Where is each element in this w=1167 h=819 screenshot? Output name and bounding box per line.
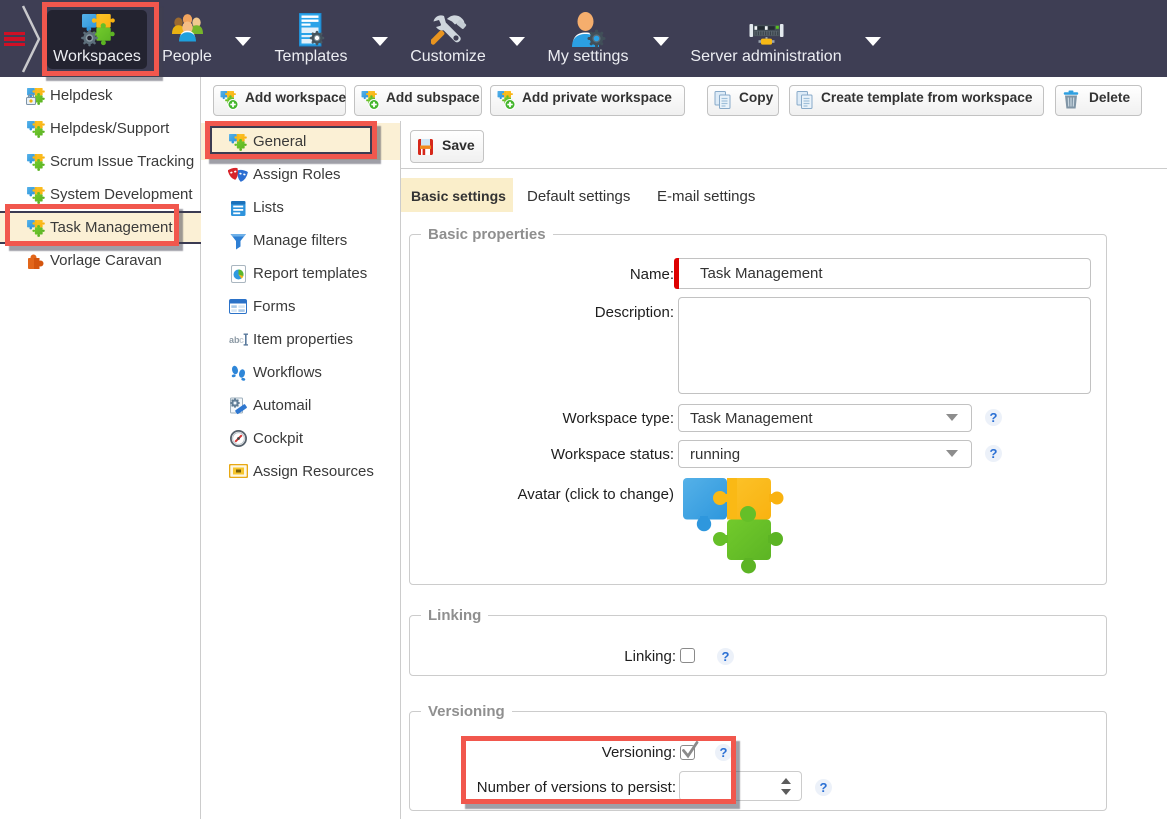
svg-text:c: c: [239, 335, 244, 345]
